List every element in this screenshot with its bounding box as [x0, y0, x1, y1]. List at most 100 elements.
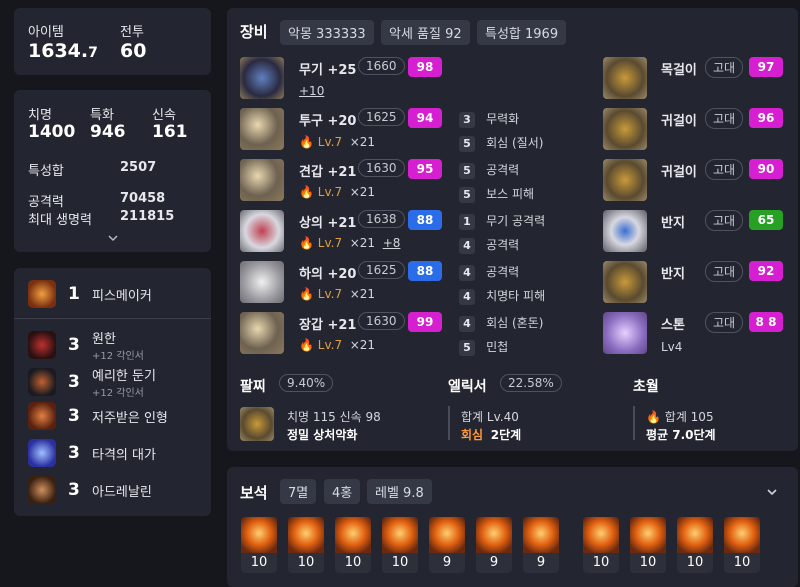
swift-label: 신속 [152, 108, 176, 123]
ring-name: 반지 [661, 216, 685, 231]
flame-icon: 🔥 [299, 236, 314, 250]
gem-slot[interactable]: 10 [724, 517, 760, 573]
gloves-icon[interactable] [240, 312, 284, 354]
chest-icon[interactable] [240, 210, 284, 252]
expand-chevron-icon[interactable] [106, 230, 120, 244]
ring-icon[interactable] [603, 261, 647, 303]
shoulder-ilvl: 1630 [358, 159, 405, 177]
flame-icon: 🔥 [646, 410, 661, 424]
ability-stone-icon[interactable] [603, 312, 647, 354]
bracelet-icon[interactable] [240, 407, 274, 441]
helmet-transcend: 🔥 Lv.7 ×21 [299, 135, 376, 149]
transcend-title: 초월 [633, 379, 659, 395]
gem-slot[interactable]: 9 [429, 517, 465, 573]
gem-icon [630, 517, 666, 553]
gem-slot[interactable]: 10 [288, 517, 324, 573]
shoulder-icon[interactable] [240, 159, 284, 201]
earring-grade: 고대 [705, 159, 744, 180]
bracelet-effects: 정밀 상처악화 [287, 428, 358, 442]
engraving-item[interactable]: 3 아드레날린 [28, 476, 152, 504]
equipment-title: 장비 [240, 23, 268, 41]
gem-slot[interactable]: 10 [335, 517, 371, 573]
shoulder-quality: 95 [408, 159, 442, 179]
necklace-name: 목걸이 [661, 63, 697, 78]
gem-icon [382, 517, 418, 553]
engraving-item[interactable]: 3 저주받은 인형 [28, 402, 168, 430]
stone-engraving-levels: 8 8 [749, 312, 783, 332]
combat-level-value: 60 [120, 40, 147, 62]
elixir-effect: 3 무력화 [459, 108, 519, 128]
earring-quality: 90 [749, 159, 783, 179]
earring-icon[interactable] [603, 159, 647, 201]
spec-value: 946 [90, 122, 126, 142]
swift-value: 161 [152, 122, 188, 142]
total-stat-label: 특성합 [28, 164, 64, 179]
ring-icon[interactable] [603, 210, 647, 252]
gem-level: 10 [686, 555, 704, 570]
gem-slot[interactable]: 10 [583, 517, 619, 573]
spec-label: 특화 [90, 108, 114, 123]
attack-value: 70458 [120, 191, 166, 206]
engraving-item[interactable]: 3 타격의 대가 [28, 439, 156, 467]
gem-slot[interactable]: 10 [241, 517, 277, 573]
item-level-label: 아이템 [28, 25, 64, 40]
gem-icon [335, 517, 371, 553]
elixir-effect: 4 공격력 [459, 261, 519, 281]
engraving-item[interactable]: 3 원한 +12 각인서 [28, 328, 144, 362]
gem-slot[interactable]: 9 [476, 517, 512, 573]
ring-grade: 고대 [705, 210, 744, 231]
pants-quality: 88 [408, 261, 442, 281]
acc-quality-badge: 악세 품질 92 [381, 20, 470, 45]
elixir-set: 회심 2단계 [461, 428, 522, 442]
engraving-item[interactable]: 3 예리한 둔기 +12 각인서 [28, 365, 156, 399]
chest-transcend: 🔥 Lv.7 ×21 +8 [299, 236, 401, 250]
flame-icon: 🔥 [299, 338, 314, 352]
gem-slot[interactable]: 9 [523, 517, 559, 573]
gems-avg-level: 레벨 9.8 [367, 479, 432, 504]
transcend-total: 🔥 합계 105 [646, 410, 714, 424]
flame-icon: 🔥 [299, 185, 314, 199]
earring-icon[interactable] [603, 108, 647, 150]
weapon-advanced-honing: +10 [299, 84, 325, 98]
elixir-title: 엘릭서 [448, 379, 487, 395]
stone-level: Lv4 [661, 340, 683, 354]
keen-blunt-icon [28, 368, 56, 396]
weapon-icon[interactable] [240, 57, 284, 99]
gem-slot[interactable]: 10 [382, 517, 418, 573]
divider [448, 406, 450, 440]
earring-quality: 96 [749, 108, 783, 128]
gloves-quality: 99 [408, 312, 442, 332]
total-stat-value: 2507 [120, 160, 157, 175]
gem-icon [429, 517, 465, 553]
helmet-ilvl: 1625 [358, 108, 405, 126]
elixir-percent: 22.58% [500, 374, 562, 392]
ring-quality: 65 [749, 210, 783, 230]
elixir-effect: 5 민첩 [459, 336, 508, 356]
helmet-icon[interactable] [240, 108, 284, 150]
gem-level: 9 [442, 555, 452, 570]
chest-name: 상의 +21 [299, 216, 357, 231]
earring-name: 귀걸이 [661, 165, 697, 180]
collapse-chevron-icon[interactable] [765, 484, 779, 498]
elixir-effect: 5 공격력 [459, 159, 519, 179]
attack-label: 공격력 [28, 195, 64, 210]
gem-icon [677, 517, 713, 553]
item-level-value: 1634.7 [28, 40, 98, 62]
adrenaline-icon [28, 476, 56, 504]
combat-level-label: 전투 [120, 25, 144, 40]
gem-slot[interactable]: 10 [630, 517, 666, 573]
pants-icon[interactable] [240, 261, 284, 303]
engraving-item[interactable]: 1 피스메이커 [28, 280, 152, 308]
pants-transcend: 🔥 Lv.7 ×21 [299, 287, 376, 301]
gem-level: 10 [344, 555, 362, 570]
elixir-effect: 5 회심 (질서) [459, 132, 543, 152]
gem-slot[interactable]: 10 [677, 517, 713, 573]
gem-level: 10 [391, 555, 409, 570]
ring-name: 반지 [661, 267, 685, 282]
ring-grade: 고대 [705, 261, 744, 282]
necklace-icon[interactable] [603, 57, 647, 99]
crit-label: 치명 [28, 108, 52, 123]
gem-level: 10 [733, 555, 751, 570]
gem-icon [476, 517, 512, 553]
stats-panel: 치명 1400 특화 946 신속 161 특성합 2507 공격력 70458… [14, 90, 211, 252]
